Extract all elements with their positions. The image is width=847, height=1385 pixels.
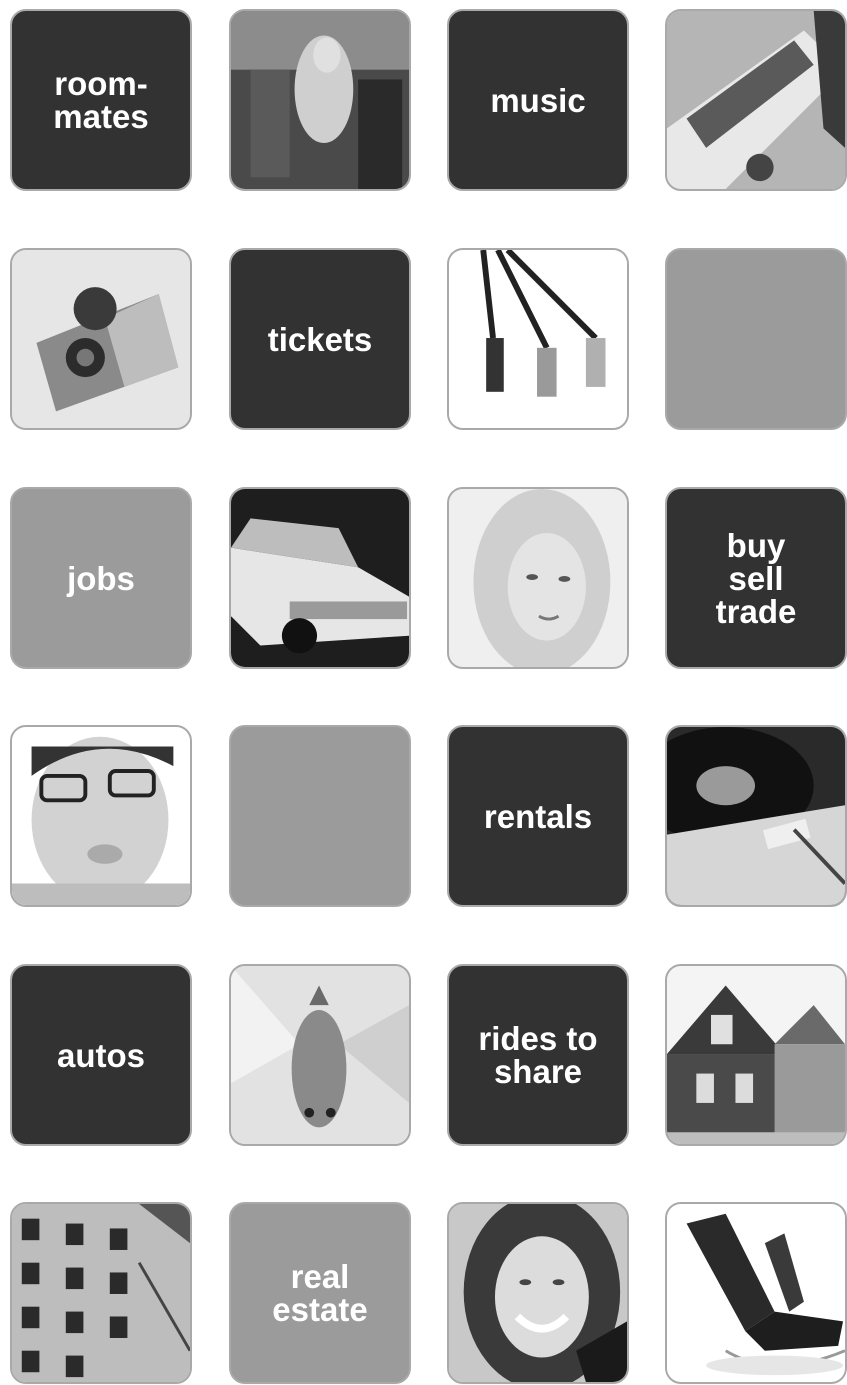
tile-tickets[interactable]: tickets [229,248,411,430]
apartment-building-photo [10,1202,192,1384]
tile-real-estate[interactable]: real estate [229,1202,411,1384]
tile-label-buy-sell-trade: buy sell trade [715,526,797,630]
guitar-photo [665,9,847,191]
category-grid: room- mates music tickets jobs buy sell … [0,0,847,1385]
lounge-chair-image [667,1204,845,1382]
tile-label-tickets: tickets [267,320,373,358]
apartment-building-image [12,1204,190,1382]
tile-autos[interactable]: autos [10,964,192,1146]
woman-portrait-image [449,489,627,667]
classic-car-photo [229,487,411,669]
goldfish-image [231,966,409,1144]
victorian-house-image [667,966,845,1144]
tile-roommates[interactable]: room- mates [10,9,192,191]
victorian-house-photo [665,964,847,1146]
smiling-woman-photo [447,1202,629,1384]
camera-image [12,250,190,428]
tile-jobs[interactable]: jobs [10,487,192,669]
woman-portrait-photo [447,487,629,669]
goldfish-photo [229,964,411,1146]
turntable-image [667,727,845,905]
tile-rentals[interactable]: rentals [447,725,629,907]
rca-cables-photo [447,248,629,430]
tile-label-jobs: jobs [67,559,135,597]
tile-music[interactable]: music [447,9,629,191]
man-glasses-image [12,727,190,905]
tile-label-roommates: room- mates [53,65,149,135]
tile-rides-to-share[interactable]: rides to share [447,964,629,1146]
concert-image [231,11,409,189]
tile-label-autos: autos [56,1036,145,1074]
turntable-photo [665,725,847,907]
classic-car-image [231,489,409,667]
concert-photo [229,9,411,191]
lounge-chair-photo [665,1202,847,1384]
smiling-woman-image [449,1204,627,1382]
tile-label-music: music [490,81,586,119]
guitar-image [667,11,845,189]
tile-label-rides-to-share: rides to share [478,1020,598,1090]
camera-photo [10,248,192,430]
man-glasses-photo [10,725,192,907]
tile-blank-1 [665,248,847,430]
tile-buy-sell-trade[interactable]: buy sell trade [665,487,847,669]
tile-label-rentals: rentals [483,797,593,835]
rca-cables-image [449,250,627,428]
tile-label-real-estate: real estate [272,1258,368,1328]
tile-blank-2 [229,725,411,907]
